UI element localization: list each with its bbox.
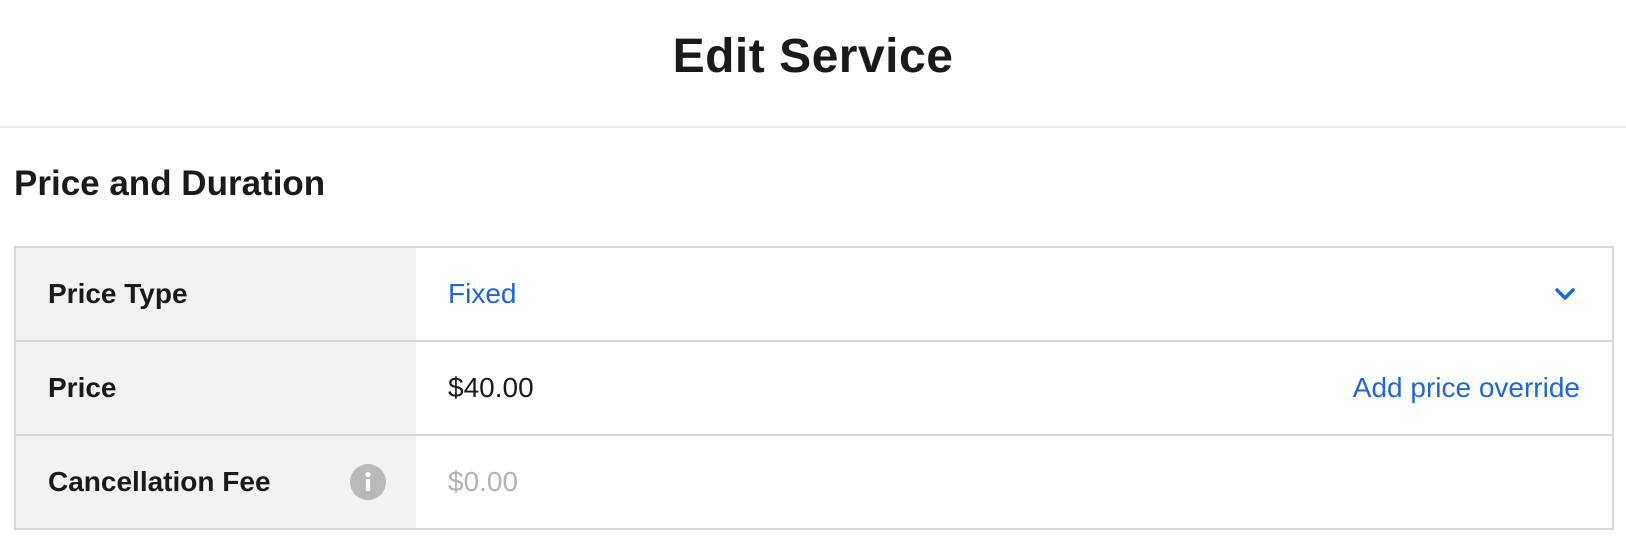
price-type-row: Price Type Fixed (16, 248, 1612, 342)
chevron-down-icon[interactable] (1552, 281, 1578, 307)
price-label: Price (48, 372, 117, 403)
cancellation-fee-input[interactable]: $0.00 (448, 466, 518, 498)
page-title: Edit Service (672, 29, 954, 83)
price-duration-form: Price Type Fixed Price $40.00 Add price … (14, 246, 1614, 530)
price-row: Price $40.00 Add price override (16, 342, 1612, 436)
price-type-value[interactable]: Fixed (448, 278, 516, 310)
cancellation-fee-label: Cancellation Fee (48, 466, 271, 497)
price-type-label-cell: Price Type (16, 248, 416, 340)
price-label-cell: Price (16, 342, 416, 434)
price-type-label: Price Type (48, 278, 188, 309)
price-field[interactable]: $40.00 Add price override (416, 342, 1612, 434)
section-title: Price and Duration (14, 164, 326, 203)
page-header: Edit Service (0, 0, 1626, 128)
add-price-override-link[interactable]: Add price override (1353, 372, 1580, 404)
cancellation-fee-label-cell: Cancellation Fee (16, 436, 416, 528)
cancellation-fee-row: Cancellation Fee $0.00 (16, 436, 1612, 528)
info-icon[interactable] (350, 464, 386, 500)
price-type-select[interactable]: Fixed (416, 248, 1612, 340)
price-value[interactable]: $40.00 (448, 372, 534, 404)
cancellation-fee-field[interactable]: $0.00 (416, 436, 1612, 528)
